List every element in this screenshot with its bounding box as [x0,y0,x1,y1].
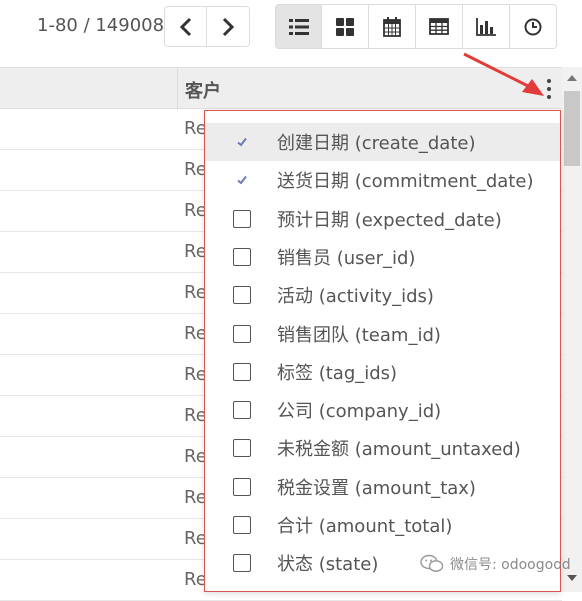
kanban-icon [336,17,354,36]
check-icon [237,137,247,147]
column-option[interactable]: 合计 (amount_total) [205,506,560,544]
vertical-scrollbar[interactable] [562,67,582,592]
column-option[interactable]: 标签 (tag_ids) [205,353,560,391]
column-option-label: 创建日期 (create_date) [277,133,476,154]
column-checkbox[interactable] [233,171,251,189]
column-checkbox[interactable] [233,133,251,151]
pager-value[interactable]: 1-80 / 149008 [37,14,164,38]
calendar-icon [383,16,401,37]
clock-icon [524,18,542,35]
watermark: 微信号: odoogood [420,554,571,574]
column-option[interactable]: 未税金额 (amount_untaxed) [205,429,560,467]
column-option-label: 标签 (tag_ids) [277,362,398,384]
column-checkbox[interactable] [233,401,251,420]
pivot-view-button[interactable] [416,4,463,49]
column-option-label: 合计 (amount_total) [277,516,453,537]
column-checkbox[interactable] [233,516,251,534]
column-option[interactable]: 销售团队 (team_id) [205,315,560,353]
calendar-view-button[interactable] [369,4,416,49]
list-view-button[interactable] [275,4,322,49]
column-option[interactable]: 预计日期 (expected_date) [205,200,560,238]
column-option-label: 活动 (activity_ids) [277,286,434,308]
column-option[interactable]: 创建日期 (create_date) [205,123,560,161]
column-checkbox[interactable] [233,477,251,496]
view-switcher [275,4,557,49]
column-option[interactable]: 公司 (company_id) [205,391,560,429]
pager-nav [164,6,250,47]
kanban-view-button[interactable] [322,4,369,49]
list-icon [288,18,309,35]
annotation-arrow-icon [463,52,544,96]
column-option-label: 状态 (state) [277,554,379,576]
check-icon [237,176,247,185]
column-checkbox[interactable] [233,286,251,305]
column-option[interactable]: 销售员 (user_id) [205,238,560,276]
customer-column-header[interactable]: 客户 [185,77,221,103]
column-option-label: 税金设置 (amount_tax) [277,477,476,499]
column-checkbox[interactable] [233,209,251,228]
scroll-up-arrow-icon[interactable] [567,75,577,81]
column-option[interactable]: 送货日期 (commitment_date) [205,161,560,199]
column-option[interactable]: 税金设置 (amount_tax) [205,468,560,506]
table-icon [429,18,449,35]
column-checkbox[interactable] [233,324,251,343]
column-separator [177,68,178,110]
scroll-thumb[interactable] [564,91,580,166]
column-option[interactable]: 活动 (activity_ids) [205,276,560,314]
column-checkbox[interactable] [233,362,251,381]
watermark-text: 微信号: odoogood [450,557,571,573]
pager-next-button[interactable] [207,6,250,47]
column-checkbox[interactable] [233,247,251,266]
optional-columns-dropdown: 创建日期 (create_date) 送货日期 (commitment_date)… [204,110,561,592]
column-checkbox[interactable] [233,554,251,573]
column-option-label: 销售员 (user_id) [277,247,416,269]
pager-previous-button[interactable] [164,6,207,47]
activity-view-button[interactable] [510,4,557,49]
scroll-down-arrow-icon[interactable] [567,575,577,581]
column-option-label: 销售团队 (team_id) [277,324,441,346]
wechat-icon [420,554,444,572]
chevron-left-icon [179,17,191,36]
column-option-label: 公司 (company_id) [277,401,442,423]
column-option-label: 送货日期 (commitment_date) [277,171,534,193]
column-checkbox[interactable] [233,439,251,458]
column-option-label: 预计日期 (expected_date) [277,209,502,231]
graph-view-button[interactable] [463,4,510,49]
bar-chart-icon [476,17,496,36]
chevron-right-icon [222,17,235,36]
column-option-label: 未税金额 (amount_untaxed) [277,439,521,461]
